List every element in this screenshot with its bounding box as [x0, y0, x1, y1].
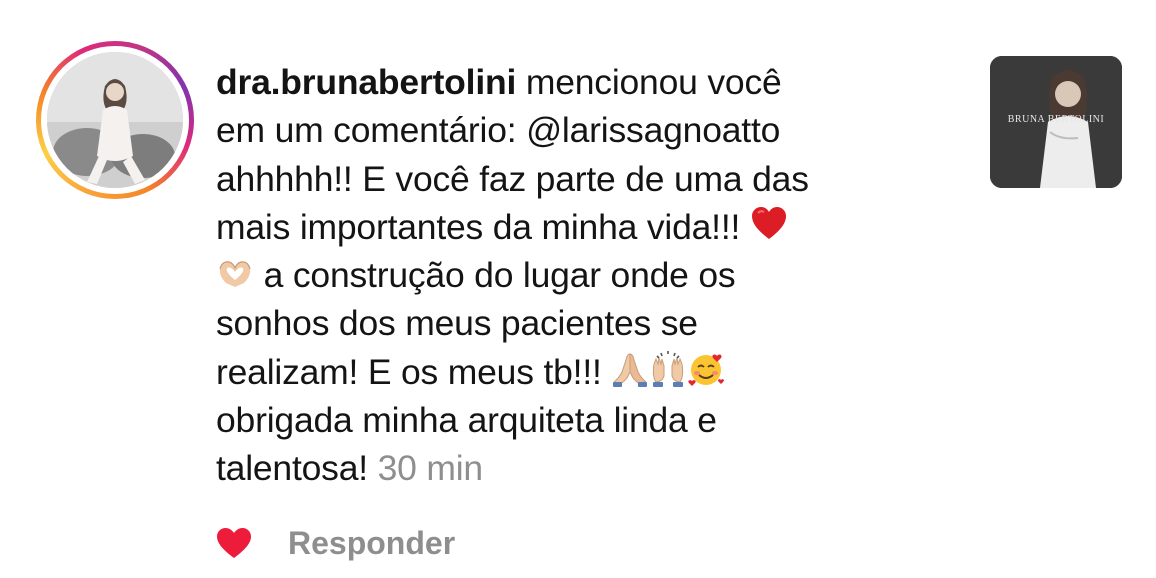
- message-line-5: a construção do lugar onde os: [216, 251, 956, 299]
- message-line-6: sonhos dos meus pacientes se: [216, 303, 698, 344]
- post-thumbnail[interactable]: BRUNA BERTOLINI: [990, 56, 1122, 188]
- smiling-face-with-hearts-emoji-icon: [687, 350, 725, 388]
- avatar: [47, 52, 183, 188]
- raising-hands-emoji-icon: [649, 350, 687, 388]
- heart-hands-emoji-icon: [216, 253, 254, 291]
- mention-notification: dra.brunabertolini mencionou você em um …: [0, 0, 1156, 578]
- timestamp: 30 min: [377, 448, 484, 489]
- message-line-3: ahhhhh!! E você faz parte de uma das: [216, 158, 809, 199]
- heart-icon[interactable]: [216, 525, 252, 561]
- notification-actions: Responder: [216, 520, 455, 566]
- message-line-2: em um comentário: @larissagnoatto: [216, 110, 781, 151]
- notification-message: dra.brunabertolini mencionou você em um …: [216, 58, 956, 493]
- thumbnail-title: BRUNA BERTOLINI: [1007, 114, 1105, 125]
- story-ring-avatar[interactable]: [36, 41, 194, 199]
- message-line-7: realizam! E os meus tb!!!: [216, 348, 956, 396]
- message-line-8: obrigada minha arquiteta linda e: [216, 400, 717, 441]
- red-heart-emoji-icon: [750, 205, 788, 243]
- folded-hands-emoji-icon: [611, 350, 649, 388]
- message-line-9: talentosa! 30 min: [216, 448, 484, 489]
- reply-button[interactable]: Responder: [288, 525, 455, 562]
- message-line-1: dra.brunabertolini mencionou você: [216, 62, 782, 102]
- username-link[interactable]: dra.brunabertolini: [216, 62, 516, 102]
- avatar-photo: [47, 52, 183, 188]
- message-line-4: mais importantes da minha vida!!!: [216, 203, 956, 251]
